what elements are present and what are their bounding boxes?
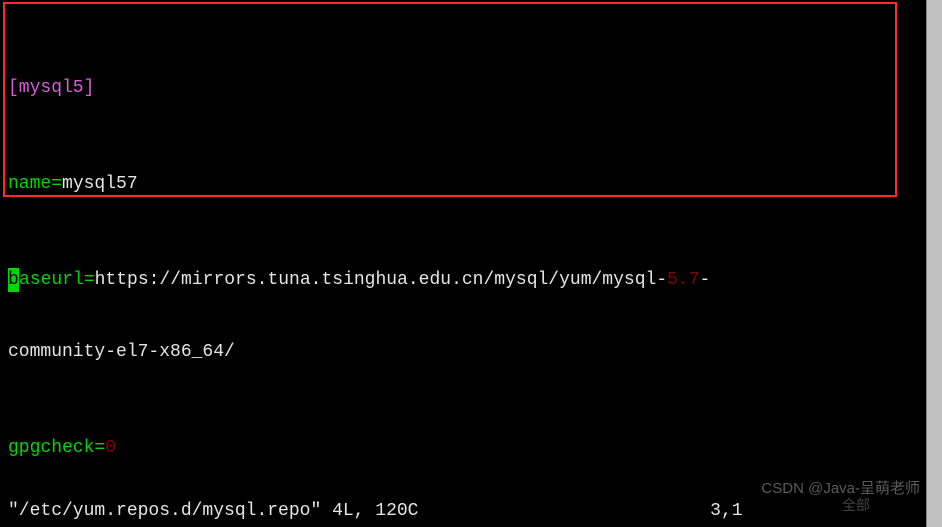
status-spacer (418, 501, 710, 521)
repo-baseurl-part2: community-el7-x86_64/ (8, 342, 235, 362)
repo-section: [mysql5] (8, 78, 94, 98)
cursor: b (8, 268, 19, 292)
equals-sign: = (51, 174, 62, 194)
repo-name-key: name (8, 174, 51, 194)
repo-gpgcheck-line: gpgcheck=0 (8, 436, 922, 460)
repo-baseurl-version: 5.7 (667, 270, 699, 290)
repo-baseurl-line-1: baseurl=https://mirrors.tuna.tsinghua.ed… (8, 268, 922, 292)
repo-baseurl-dash: - (700, 270, 711, 290)
editor-content[interactable]: [mysql5] name=mysql57 baseurl=https://mi… (8, 4, 922, 527)
terminal-window: [mysql5] name=mysql57 baseurl=https://mi… (0, 0, 942, 527)
status-info: 4L, 120C (321, 501, 418, 521)
equals-sign: = (84, 270, 95, 290)
repo-baseurl-part1: https://mirrors.tuna.tsinghua.edu.cn/mys… (95, 270, 668, 290)
repo-section-line: [mysql5] (8, 76, 922, 100)
repo-gpgcheck-key: gpgcheck (8, 438, 94, 458)
vertical-scrollbar[interactable] (926, 0, 942, 527)
repo-name-line: name=mysql57 (8, 172, 922, 196)
repo-gpgcheck-value: 0 (105, 438, 116, 458)
vim-status-line: "/etc/yum.repos.d/mysql.repo" 4L, 120C 3… (8, 499, 922, 523)
repo-name-value: mysql57 (62, 174, 138, 194)
repo-baseurl-key: aseurl (19, 270, 84, 290)
status-filename: "/etc/yum.repos.d/mysql.repo" (8, 501, 321, 521)
repo-baseurl-line-2: community-el7-x86_64/ (8, 340, 922, 364)
equals-sign: = (94, 438, 105, 458)
status-position: 3,1 (710, 501, 742, 521)
